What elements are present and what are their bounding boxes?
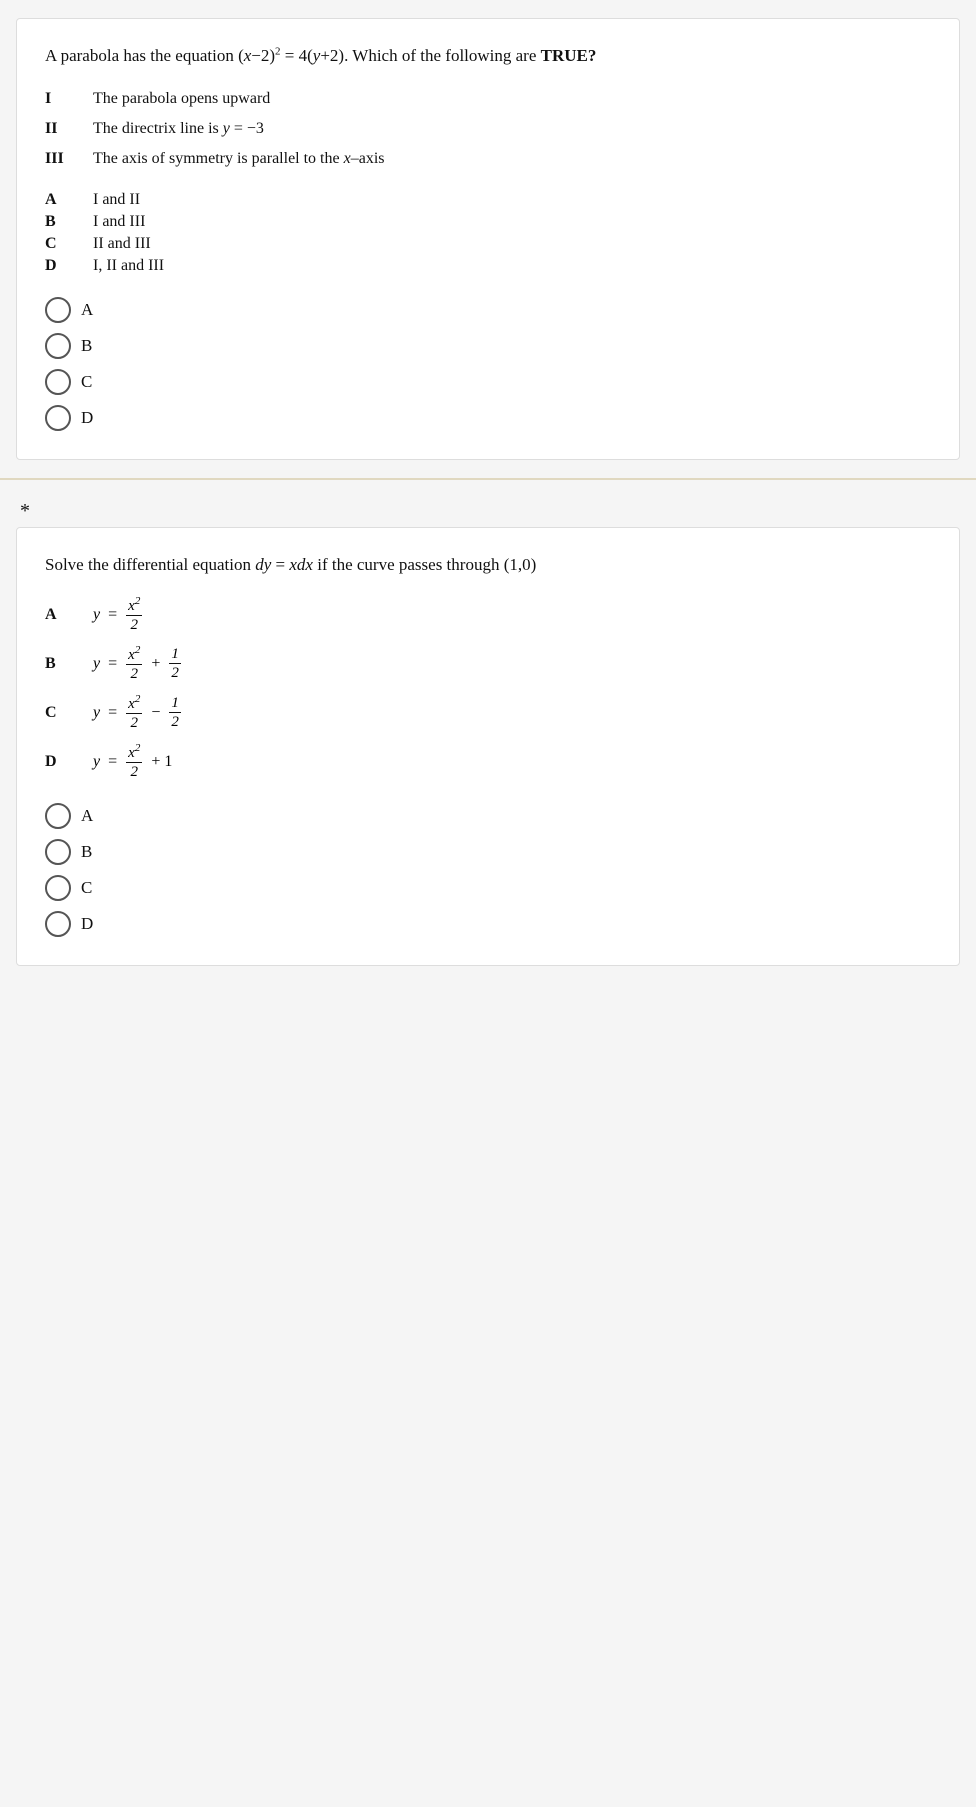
- radio-label-D-2: D: [81, 914, 93, 934]
- radio-label-B-1: B: [81, 336, 92, 356]
- option-2-B: B y = x22 + 12: [45, 644, 931, 683]
- option-2-A: A y = x22: [45, 595, 931, 634]
- question-1-text: A parabola has the equation (x−2)2 = 4(y…: [45, 43, 931, 69]
- radio-B-2[interactable]: B: [45, 839, 931, 865]
- radio-circle-C-2: [45, 875, 71, 901]
- option-D: D I, II and III: [45, 257, 931, 275]
- answer-A: y = x22: [93, 595, 143, 634]
- option-A: A I and II: [45, 191, 931, 209]
- question-1-block: A parabola has the equation (x−2)2 = 4(y…: [16, 18, 960, 460]
- statement-II: II The directrix line is y = −3: [45, 117, 931, 141]
- option-C: C II and III: [45, 235, 931, 253]
- radio-group-1: A B C D: [45, 297, 931, 431]
- option-2-D: D y = x22 + 1: [45, 742, 931, 781]
- radio-circle-D-2: [45, 911, 71, 937]
- radio-label-C-2: C: [81, 878, 92, 898]
- answer-C: y = x22 − 12: [93, 693, 182, 732]
- radio-circle-B-2: [45, 839, 71, 865]
- radio-D-2[interactable]: D: [45, 911, 931, 937]
- answer-D: y = x22 + 1: [93, 742, 172, 781]
- radio-A-1[interactable]: A: [45, 297, 931, 323]
- options-list-1: A I and II B I and III C II and III D I,…: [45, 191, 931, 275]
- answer-B: y = x22 + 12: [93, 644, 182, 683]
- radio-label-B-2: B: [81, 842, 92, 862]
- separator: [0, 478, 976, 480]
- radio-circle-B-1: [45, 333, 71, 359]
- asterisk: *: [0, 490, 976, 527]
- radio-C-2[interactable]: C: [45, 875, 931, 901]
- statements-list: I The parabola opens upward II The direc…: [45, 87, 931, 171]
- statement-I: I The parabola opens upward: [45, 87, 931, 111]
- radio-A-2[interactable]: A: [45, 803, 931, 829]
- question-2-text: Solve the differential equation dy = xdx…: [45, 552, 931, 578]
- radio-label-D-1: D: [81, 408, 93, 428]
- statement-III: III The axis of symmetry is parallel to …: [45, 147, 931, 171]
- question-2-block: Solve the differential equation dy = xdx…: [16, 527, 960, 967]
- radio-label-C-1: C: [81, 372, 92, 392]
- radio-circle-C-1: [45, 369, 71, 395]
- radio-D-1[interactable]: D: [45, 405, 931, 431]
- radio-label-A-1: A: [81, 300, 93, 320]
- radio-circle-D-1: [45, 405, 71, 431]
- radio-B-1[interactable]: B: [45, 333, 931, 359]
- option-2-C: C y = x22 − 12: [45, 693, 931, 732]
- radio-circle-A-1: [45, 297, 71, 323]
- radio-group-2: A B C D: [45, 803, 931, 937]
- options-list-2: A y = x22 B y = x22 + 12 C y = x22 − 12: [45, 595, 931, 781]
- radio-label-A-2: A: [81, 806, 93, 826]
- radio-C-1[interactable]: C: [45, 369, 931, 395]
- radio-circle-A-2: [45, 803, 71, 829]
- option-B: B I and III: [45, 213, 931, 231]
